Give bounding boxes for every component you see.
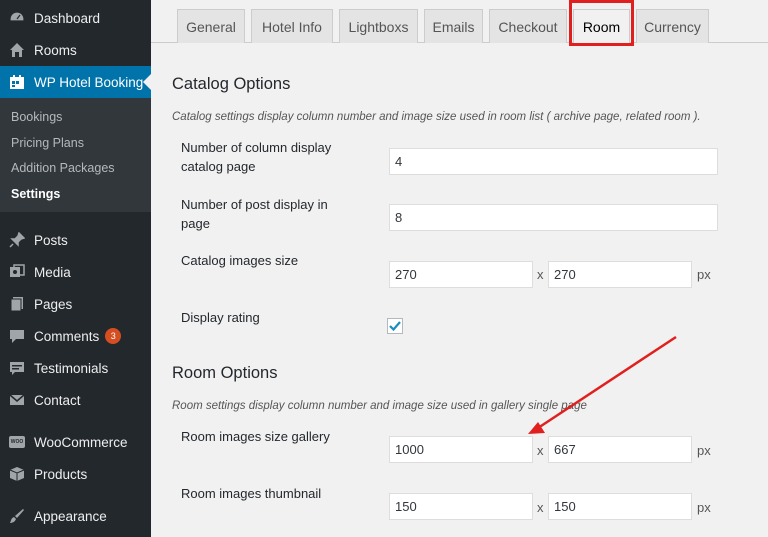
submenu: Bookings Pricing Plans Addition Packages…: [0, 98, 151, 212]
sidebar-item-woocommerce[interactable]: WOO WooCommerce: [0, 426, 151, 458]
catalog-image-height-input[interactable]: 270: [548, 261, 692, 288]
catalog-posts-input[interactable]: 8: [389, 204, 718, 231]
pin-icon: [9, 232, 25, 248]
tab-emails[interactable]: Emails: [424, 9, 483, 43]
sidebar-item-comments[interactable]: Comments 3: [0, 320, 151, 352]
room-tab-highlight: [569, 0, 634, 46]
dashboard-icon: [9, 10, 25, 26]
submenu-item-settings[interactable]: Settings: [11, 187, 60, 201]
room-gallery-width-input[interactable]: 1000: [389, 436, 533, 463]
sidebar-item-label: Rooms: [34, 42, 77, 58]
mail-icon: [9, 392, 25, 408]
woo-icon: WOO: [9, 434, 25, 450]
catalog-posts-label: Number of post display in page: [181, 197, 328, 231]
catalog-image-width-input[interactable]: 270: [389, 261, 533, 288]
tab-lightboxs[interactable]: Lightboxs: [339, 9, 418, 43]
catalog-columns-label: Number of column display catalog page: [181, 140, 332, 174]
room-thumbnail-height-input[interactable]: 150: [548, 493, 692, 520]
sidebar-item-label: Contact: [34, 392, 81, 408]
sidebar-item-media[interactable]: Media: [0, 256, 151, 288]
woo-icon-text: WOO: [9, 436, 25, 448]
sidebar-item-label: WP Hotel Booking: [34, 74, 144, 90]
room-thumbnail-label: Room images thumbnail: [181, 486, 322, 501]
sidebar-item-testimonials[interactable]: Testimonials: [0, 352, 151, 384]
room-gallery-unit: px: [697, 443, 711, 458]
sidebar-item-label: Media: [34, 264, 71, 280]
submenu-item-addition-packages[interactable]: Addition Packages: [11, 161, 115, 175]
catalog-image-size-label: Catalog images size: [181, 253, 299, 268]
catalog-options-description: Catalog settings display column number a…: [172, 111, 701, 123]
admin-sidebar: Dashboard Rooms WP Hotel Booking Booking…: [0, 0, 151, 537]
tab-general[interactable]: General: [177, 9, 245, 43]
active-indicator: [143, 74, 151, 90]
sidebar-item-dashboard[interactable]: Dashboard: [0, 2, 151, 34]
sidebar-item-label: Products: [34, 466, 88, 482]
media-icon: [9, 264, 25, 280]
tab-hotel-info[interactable]: Hotel Info: [251, 9, 333, 43]
sidebar-item-label: Testimonials: [34, 360, 109, 376]
sidebar-item-pages[interactable]: Pages: [0, 288, 151, 320]
sidebar-item-label: Dashboard: [34, 10, 101, 26]
box-icon: [9, 466, 25, 482]
sidebar-item-appearance[interactable]: Appearance: [0, 500, 151, 532]
room-options-description: Room settings display column number and …: [172, 400, 587, 412]
sidebar-item-posts[interactable]: Posts: [0, 224, 151, 256]
room-thumbnail-unit: px: [697, 500, 711, 515]
home-icon: [9, 42, 25, 58]
comment-icon: [9, 328, 25, 344]
comment-count-badge: 3: [105, 328, 122, 344]
room-gallery-height-input[interactable]: 667: [548, 436, 692, 463]
room-thumbnail-width-input[interactable]: 150: [389, 493, 533, 520]
testimonial-icon: [9, 360, 25, 376]
sidebar-item-label: Comments: [34, 328, 100, 344]
catalog-size-unit: px: [697, 267, 711, 282]
catalog-columns-input[interactable]: 4: [389, 148, 718, 175]
sidebar-item-label: Appearance: [34, 508, 107, 524]
catalog-options-title: Catalog Options: [172, 75, 291, 93]
submenu-item-pricing-plans[interactable]: Pricing Plans: [11, 136, 84, 150]
room-gallery-separator: x: [537, 443, 544, 458]
display-rating-checkbox[interactable]: [387, 318, 403, 334]
sidebar-item-rooms[interactable]: Rooms: [0, 34, 151, 66]
tab-checkout[interactable]: Checkout: [489, 9, 567, 43]
room-gallery-size-label: Room images size gallery: [181, 429, 330, 444]
sidebar-item-label: Posts: [34, 232, 68, 248]
catalog-size-separator: x: [537, 267, 544, 282]
checkmark-icon: [389, 321, 401, 332]
tab-currency[interactable]: Currency: [636, 9, 709, 43]
brush-icon: [9, 508, 25, 524]
sidebar-item-label: Pages: [34, 296, 73, 312]
room-options-title: Room Options: [172, 364, 278, 382]
sidebar-item-contact[interactable]: Contact: [0, 384, 151, 416]
sidebar-item-products[interactable]: Products: [0, 458, 151, 490]
display-rating-label: Display rating: [181, 310, 260, 325]
sidebar-item-wp-hotel-booking[interactable]: WP Hotel Booking: [0, 66, 151, 98]
pages-icon: [9, 296, 25, 312]
room-thumbnail-separator: x: [537, 500, 544, 515]
sidebar-item-label: WooCommerce: [34, 434, 128, 450]
submenu-item-bookings[interactable]: Bookings: [11, 110, 62, 124]
calendar-icon: [9, 74, 25, 90]
